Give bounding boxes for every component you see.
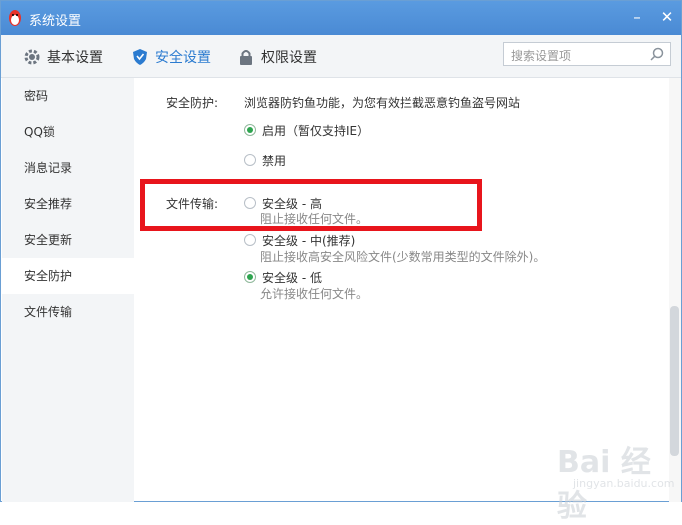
option-low-desc: 允许接收任何文件。 [260, 287, 369, 301]
shield-icon [133, 49, 147, 65]
sidebar-item-security-update[interactable]: 安全更新 [2, 222, 134, 258]
option-medium-desc: 阻止接收高安全风险文件(少数常用类型的文件除外)。 [260, 250, 546, 264]
qq-penguin-icon [9, 10, 21, 26]
settings-sidebar: 密码 QQ锁 消息记录 安全推荐 安全更新 安全防护 文件传输 [2, 78, 134, 502]
radio-disable-protection[interactable] [244, 154, 256, 166]
search-icon[interactable] [649, 46, 665, 62]
security-protection-description: 浏览器防钓鱼功能，为您有效拦截恶意钓鱼盗号网站 [244, 96, 521, 110]
minimize-button[interactable]: – [628, 8, 646, 26]
radio-security-low[interactable] [244, 271, 256, 283]
option-enable-label: 启用（暂仅支持IE） [262, 124, 370, 138]
tab-permission-settings[interactable]: 权限设置 [237, 46, 317, 68]
settings-window: 系统设置 – ✕ 基本设置 安全设置 权限设置 搜索设置项 密码 QQ锁 消息记… [0, 0, 682, 524]
security-protection-label: 安全防护: [166, 96, 219, 110]
option-medium-label: 安全级 - 中(推荐) [262, 234, 356, 248]
radio-enable-protection[interactable] [244, 124, 256, 136]
tab-label: 安全设置 [155, 50, 211, 66]
tab-label: 基本设置 [47, 50, 103, 66]
sidebar-item-security-protection[interactable]: 安全防护 [2, 258, 134, 294]
option-disable-label: 禁用 [262, 154, 287, 168]
sidebar-item-password[interactable]: 密码 [2, 78, 134, 114]
tab-basic-settings[interactable]: 基本设置 [23, 46, 103, 68]
close-button[interactable]: ✕ [658, 8, 676, 26]
tab-label: 权限设置 [261, 50, 317, 66]
lock-icon [240, 50, 252, 65]
baidu-jingyan-watermark: Bai 经验 jingyan.baidu.com [549, 433, 679, 524]
radio-security-medium[interactable] [244, 234, 256, 246]
tab-security-settings[interactable]: 安全设置 [131, 46, 211, 68]
sidebar-item-security-recommend[interactable]: 安全推荐 [2, 186, 134, 222]
gear-icon [24, 49, 40, 65]
search-input[interactable]: 搜索设置项 [503, 42, 671, 66]
watermark-sub-text: jingyan.baidu.com [573, 477, 675, 490]
sidebar-item-file-transfer[interactable]: 文件传输 [2, 294, 134, 330]
search-placeholder: 搜索设置项 [511, 49, 572, 63]
sidebar-item-qq-lock[interactable]: QQ锁 [2, 114, 134, 150]
sidebar-item-message-history[interactable]: 消息记录 [2, 150, 134, 186]
option-low-label: 安全级 - 低 [262, 271, 322, 285]
red-highlight-box [140, 179, 482, 231]
title-bar: 系统设置 – ✕ [1, 1, 681, 35]
window-title: 系统设置 [29, 14, 82, 29]
